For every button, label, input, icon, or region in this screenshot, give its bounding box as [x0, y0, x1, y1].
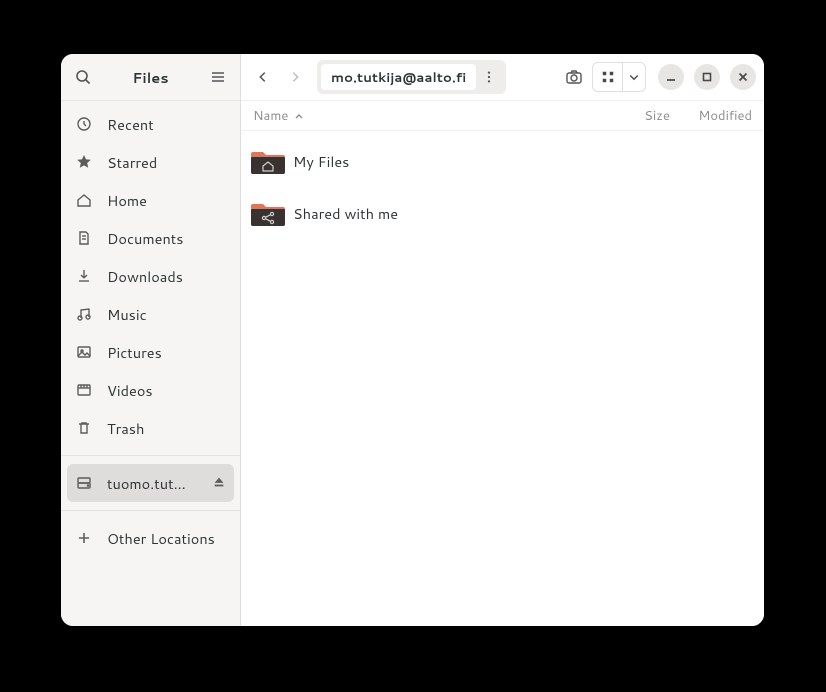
minimize-icon — [665, 71, 677, 83]
search-icon — [75, 69, 91, 85]
sidebar-item-label: Downloads — [107, 266, 226, 287]
trash-icon — [75, 420, 93, 436]
sidebar-item-label: Music — [107, 304, 226, 325]
drive-icon — [75, 475, 93, 491]
grid-icon — [601, 70, 615, 84]
nav-forward-button[interactable] — [281, 63, 309, 91]
sort-asc-icon — [294, 111, 304, 121]
sidebar-item-music[interactable]: Music — [61, 295, 240, 333]
sidebar-item-label: Documents — [107, 228, 226, 249]
app-title: Files — [132, 67, 168, 88]
chevron-down-icon — [628, 71, 640, 83]
file-row[interactable]: My Files — [241, 135, 764, 187]
path-segment[interactable]: mo.tutkija@aalto.fi — [321, 64, 476, 90]
view-options-button[interactable] — [623, 63, 645, 91]
sidebar: Files Recent Starred — [61, 54, 241, 626]
sidebar-item-mount[interactable]: tuomo.tut… — [67, 464, 234, 502]
sidebar-menu-button[interactable] — [204, 63, 232, 91]
sidebar-item-home[interactable]: Home — [61, 181, 240, 219]
sidebar-item-documents[interactable]: Documents — [61, 219, 240, 257]
sidebar-item-other-locations[interactable]: Other Locations — [61, 519, 240, 557]
sidebar-headerbar: Files — [61, 54, 240, 101]
file-name: Shared with me — [293, 203, 398, 224]
camera-icon — [565, 68, 583, 86]
maximize-icon — [701, 71, 713, 83]
path-menu-button[interactable] — [478, 64, 500, 90]
view-switcher — [592, 62, 646, 92]
column-size[interactable]: Size — [622, 107, 670, 125]
more-vertical-icon — [482, 70, 496, 84]
column-name[interactable]: Name — [253, 107, 553, 125]
videos-icon — [75, 382, 93, 398]
sidebar-item-recent[interactable]: Recent — [61, 105, 240, 143]
sidebar-item-label: Starred — [107, 152, 226, 173]
minimize-button[interactable] — [658, 64, 684, 90]
maximize-button[interactable] — [694, 64, 720, 90]
file-name: My Files — [293, 151, 349, 172]
column-modified[interactable]: Modified — [686, 107, 752, 125]
path-bar: mo.tutkija@aalto.fi — [317, 60, 550, 94]
column-header: Name Size Modified — [241, 101, 764, 131]
sidebar-item-label: tuomo.tut… — [107, 473, 198, 494]
view-grid-button[interactable] — [593, 63, 623, 91]
home-icon — [75, 192, 93, 208]
sidebar-item-label: Other Locations — [107, 528, 226, 549]
star-icon — [75, 154, 93, 170]
sidebar-item-starred[interactable]: Starred — [61, 143, 240, 181]
sidebar-item-label: Recent — [107, 114, 226, 135]
chevron-left-icon — [256, 70, 270, 84]
file-row[interactable]: Shared with me — [241, 187, 764, 239]
window-controls — [658, 64, 756, 90]
main-pane: mo.tutkija@aalto.fi — [241, 54, 764, 626]
photo-mode-button[interactable] — [560, 63, 588, 91]
file-list: My Files Shared with me — [241, 131, 764, 243]
folder-share-icon — [251, 198, 285, 228]
places-list: Recent Starred Home Documents — [61, 101, 240, 626]
close-icon — [737, 71, 749, 83]
sidebar-item-label: Home — [107, 190, 226, 211]
plus-icon — [75, 530, 93, 546]
downloads-icon — [75, 268, 93, 284]
recent-icon — [75, 116, 93, 132]
sidebar-item-label: Trash — [107, 418, 226, 439]
sidebar-item-trash[interactable]: Trash — [61, 409, 240, 447]
sidebar-item-downloads[interactable]: Downloads — [61, 257, 240, 295]
search-button[interactable] — [69, 63, 97, 91]
path-pill[interactable]: mo.tutkija@aalto.fi — [317, 60, 506, 94]
nav-back-button[interactable] — [249, 63, 277, 91]
music-icon — [75, 306, 93, 322]
sidebar-item-videos[interactable]: Videos — [61, 371, 240, 409]
sidebar-item-label: Videos — [107, 380, 226, 401]
column-name-label: Name — [253, 107, 288, 125]
documents-icon — [75, 230, 93, 246]
sidebar-item-label: Pictures — [107, 342, 226, 363]
separator — [61, 510, 240, 511]
separator — [61, 455, 240, 456]
hamburger-icon — [210, 69, 226, 85]
main-headerbar: mo.tutkija@aalto.fi — [241, 54, 764, 101]
close-button[interactable] — [730, 64, 756, 90]
files-window: Files Recent Starred — [61, 54, 764, 626]
sidebar-item-pictures[interactable]: Pictures — [61, 333, 240, 371]
folder-home-icon — [251, 146, 285, 176]
pictures-icon — [75, 344, 93, 360]
eject-button[interactable] — [212, 473, 226, 494]
chevron-right-icon — [288, 70, 302, 84]
eject-icon — [212, 475, 226, 489]
